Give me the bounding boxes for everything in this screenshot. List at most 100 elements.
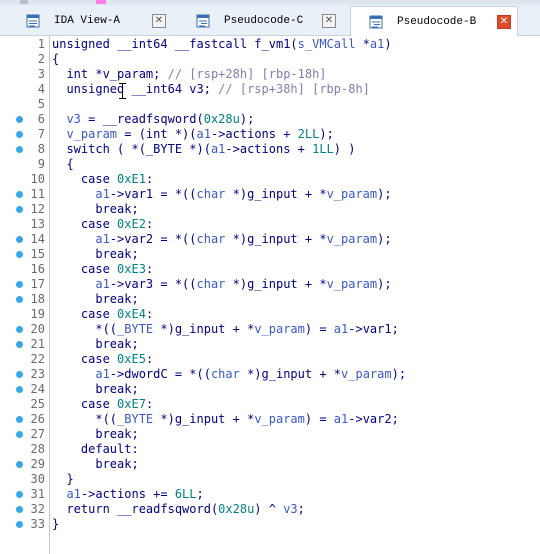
close-icon[interactable]: ✕: [322, 14, 336, 28]
line-number: 31: [30, 487, 45, 501]
code-line[interactable]: 7 v_param = (int *)(a1->actions + 2LL);: [0, 127, 540, 142]
code-token: = (int *)(: [117, 127, 197, 141]
line-number: 3: [37, 67, 45, 81]
code-token: ->var1;: [348, 322, 399, 336]
tab-ida-view-a[interactable]: IDA View-A ✕: [8, 7, 172, 35]
strip-marker-pink: [96, 0, 106, 4]
code-text: case 0xE4:: [52, 307, 153, 322]
code-token: v_param: [254, 412, 305, 426]
code-token: ->actions +: [210, 127, 298, 141]
close-icon[interactable]: ✕: [152, 14, 166, 28]
code-token: = __readfsqword(: [80, 112, 204, 126]
code-token: :: [145, 397, 154, 411]
code-line[interactable]: 12 break;: [0, 202, 540, 217]
code-line[interactable]: 3 int *v_param; // [rsp+28h] [rbp-18h]: [0, 67, 540, 82]
code-line[interactable]: 24 break;: [0, 382, 540, 397]
code-text: int *v_param; // [rsp+28h] [rbp-18h]: [52, 67, 326, 82]
code-token: ->actions +=: [80, 487, 175, 501]
pseudocode-editor[interactable]: 1 unsigned __int64 __fastcall f_vm1(s_VMC…: [0, 36, 540, 554]
code-text: a1->var3 = *((char *)g_input + *v_param)…: [52, 277, 391, 292]
code-text: v3 = __readfsqword(0x28u);: [52, 112, 254, 127]
code-token: a1: [210, 142, 226, 156]
code-token: :: [145, 217, 154, 231]
code-line[interactable]: 19 case 0xE4:: [0, 307, 540, 322]
line-number: 21: [30, 337, 45, 351]
code-line[interactable]: 33}: [0, 517, 540, 532]
code-token: 0xE4: [117, 307, 146, 321]
code-line[interactable]: 2{: [0, 52, 540, 67]
line-number: 5: [37, 97, 45, 111]
code-token: switch ( *(_BYTE *)(: [52, 142, 211, 156]
strip-marker: [20, 0, 28, 4]
code-line[interactable]: 18 break;: [0, 292, 540, 307]
code-line[interactable]: 32 return __readfsqword(0x28u) ^ v3;: [0, 502, 540, 517]
code-text: break;: [52, 337, 138, 352]
code-line[interactable]: 20 *((_BYTE *)g_input + *v_param) = a1->…: [0, 322, 540, 337]
code-line[interactable]: 13 case 0xE2:: [0, 217, 540, 232]
code-text: a1->dwordC = *((char *)g_input + *v_para…: [52, 367, 406, 382]
code-token: a1: [369, 37, 385, 51]
code-line[interactable]: 17 a1->var3 = *((char *)g_input + *v_par…: [0, 277, 540, 292]
code-line[interactable]: 14 a1->var2 = *((char *)g_input + *v_par…: [0, 232, 540, 247]
tab-pseudocode-c[interactable]: Pseudocode-C ✕: [178, 7, 342, 35]
code-token: *: [355, 37, 370, 51]
code-line[interactable]: 25 case 0xE7:: [0, 397, 540, 412]
code-line[interactable]: 21 break;: [0, 337, 540, 352]
code-line[interactable]: 9 {: [0, 157, 540, 172]
code-text: }: [52, 517, 59, 532]
code-token: :: [145, 172, 154, 186]
code-line[interactable]: 4 unsigned __int64 v3; // [rsp+38h] [rbp…: [0, 82, 540, 97]
code-token: int *v_param;: [52, 67, 168, 81]
close-icon[interactable]: ✕: [497, 14, 511, 29]
code-token: );: [377, 187, 392, 201]
line-number: 29: [30, 457, 45, 471]
code-line[interactable]: 23 a1->dwordC = *((char *)g_input + *v_p…: [0, 367, 540, 382]
code-line[interactable]: 1 unsigned __int64 __fastcall f_vm1(s_VMC…: [0, 37, 540, 52]
code-text: unsigned __int64 __fastcall f_vm1(s_VMCa…: [52, 37, 392, 52]
code-line[interactable]: 8 switch ( *(_BYTE *)(a1->actions + 1LL)…: [0, 142, 540, 157]
tab-label: IDA View-A: [54, 15, 121, 27]
code-line[interactable]: 29 break;: [0, 457, 540, 472]
code-line[interactable]: 27 break;: [0, 427, 540, 442]
code-line[interactable]: 10 case 0xE1:: [0, 172, 540, 187]
code-token: *)g_input + *: [239, 367, 342, 381]
code-line[interactable]: 31 a1->actions += 6LL;: [0, 487, 540, 502]
line-number: 20: [30, 322, 45, 336]
line-number: 14: [30, 232, 45, 246]
code-token: a1: [333, 322, 349, 336]
code-token: }: [52, 517, 60, 531]
code-line[interactable]: 26 *((_BYTE *)g_input + *v_param) = a1->…: [0, 412, 540, 427]
code-token: :: [145, 262, 154, 276]
code-line[interactable]: 6 v3 = __readfsqword(0x28u);: [0, 112, 540, 127]
code-token: );: [239, 112, 255, 126]
code-token: break;: [52, 427, 139, 441]
code-text: {: [52, 157, 73, 172]
code-token: );: [319, 127, 334, 141]
code-line[interactable]: 22 case 0xE5:: [0, 352, 540, 367]
code-token: ->actions +: [225, 142, 313, 156]
code-token: v_param: [326, 187, 378, 201]
code-token: ): [384, 37, 392, 51]
code-line[interactable]: 16 case 0xE3:: [0, 262, 540, 277]
code-token: v_param: [326, 232, 378, 246]
code-token: char: [210, 367, 240, 381]
code-text: break;: [52, 427, 139, 442]
code-line[interactable]: 30 }: [0, 472, 540, 487]
code-text: break;: [52, 202, 138, 217]
code-text: break;: [52, 292, 138, 307]
code-token: s_VMCall: [297, 37, 356, 51]
code-token: a1: [196, 127, 211, 141]
code-line[interactable]: 11 a1->var1 = *((char *)g_input + *v_par…: [0, 187, 540, 202]
code-text: a1->actions += 6LL;: [52, 487, 203, 502]
code-line[interactable]: 28 default:: [0, 442, 540, 457]
code-line[interactable]: 15 break;: [0, 247, 540, 262]
line-number: 26: [30, 412, 45, 426]
code-text: {: [52, 52, 59, 67]
code-token: ->var2;: [348, 412, 399, 426]
code-token: {: [52, 52, 60, 66]
code-line[interactable]: 5: [0, 97, 540, 112]
tab-pseudocode-b[interactable]: Pseudocode-B ✕: [350, 6, 518, 36]
code-token: *((: [52, 412, 118, 426]
code-token: v3: [283, 502, 298, 516]
code-token: 0xE5: [117, 352, 146, 366]
